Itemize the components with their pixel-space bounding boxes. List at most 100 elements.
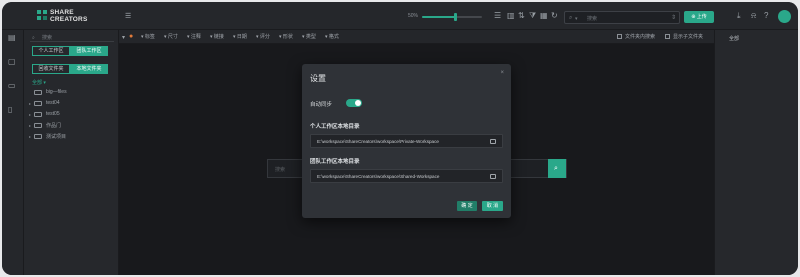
personal-dir-label: 个人工作区本地目录 xyxy=(310,124,360,130)
folder-search-label: 文件夹内搜索 xyxy=(625,34,656,40)
zoom-slider-fill xyxy=(422,16,455,18)
right-panel-title: 全部 xyxy=(729,36,740,42)
filter-notes[interactable]: ▾ 注释 xyxy=(187,33,201,40)
filter-format[interactable]: ▾ 格式 xyxy=(325,33,339,40)
auto-sync-toggle[interactable] xyxy=(346,99,362,107)
tags-icon[interactable]: ▢ xyxy=(8,58,16,66)
tab-local-folder[interactable]: 本地文件夹 xyxy=(70,64,108,74)
folder-icon[interactable]: ▭ xyxy=(8,82,16,90)
logo-text: SHARE CREATORS xyxy=(50,9,87,23)
search-options-icon[interactable]: ⇕ xyxy=(671,14,676,22)
upload-label: 上传 xyxy=(696,14,707,20)
team-dir-field[interactable]: E:\workspace\ShareCreators\workspace\Sha… xyxy=(310,169,503,183)
main-search-placeholder: 搜索 xyxy=(275,167,286,173)
filter-rating[interactable]: ▾ 评分 xyxy=(256,33,270,40)
subfolder-label: 显示子文件夹 xyxy=(673,34,704,40)
chevron-down-icon[interactable]: ▾ xyxy=(575,15,578,23)
filter-links[interactable]: ▾ 链接 xyxy=(210,33,224,40)
tree-item-label: big—files xyxy=(46,89,67,95)
filter-label: 日期 xyxy=(236,34,247,40)
team-dir-label: 团队工作区本地目录 xyxy=(310,159,360,165)
tree-item-label: 作品门 xyxy=(46,122,62,129)
tree-item[interactable]: ▸ 作品门 xyxy=(29,121,61,129)
checkbox-icon xyxy=(665,34,670,39)
folder-search-checkbox[interactable]: 文件夹内搜索 xyxy=(617,33,655,40)
personal-dir-field[interactable]: E:\workspace\ShareCreators\workspace\Pri… xyxy=(310,134,503,148)
filter-shape[interactable]: ▾ 形状 xyxy=(279,33,293,40)
tab-personal-workspace[interactable]: 个人工作区 xyxy=(32,46,70,56)
folder-icon xyxy=(34,122,42,128)
all-folders-toggle[interactable]: 全部 ▾ xyxy=(32,79,46,86)
folder-icon xyxy=(34,133,42,139)
tree-item[interactable]: big—files xyxy=(29,88,67,96)
trash-icon[interactable]: ▯ xyxy=(8,106,12,114)
folder-browse-icon[interactable] xyxy=(490,139,496,144)
folder-icon xyxy=(34,100,42,106)
filter-label: 注释 xyxy=(190,34,201,40)
menu-icon[interactable]: ☰ xyxy=(125,13,131,21)
personal-dir-value: E:\workspace\ShareCreators\workspace\Pri… xyxy=(317,139,439,144)
library-icon[interactable]: ▤ xyxy=(8,34,16,42)
cancel-button[interactable]: 取 消 xyxy=(482,201,503,211)
filter-label: 评分 xyxy=(259,34,270,40)
tab-recycle-folder[interactable]: 回收文件夹 xyxy=(32,64,70,74)
tree-item-label: test05 xyxy=(46,111,60,117)
tab-team-workspace[interactable]: 团队工作区 xyxy=(70,46,108,56)
help-icon[interactable]: ? xyxy=(764,12,768,20)
zoom-level: 50% xyxy=(408,13,419,19)
sort-icon[interactable]: ⇅ xyxy=(518,12,525,20)
search-icon: ⌕ xyxy=(32,35,35,41)
app-window: SHARE CREATORS ☰ 50% ☰ ▥ ⇅ ⧩ ▦ ↻ ⌕ ▾ 搜索 … xyxy=(2,2,798,275)
logo-line-1: SHARE xyxy=(50,9,74,16)
folder-browse-icon[interactable] xyxy=(490,174,496,179)
sidebar-search-placeholder: 搜索 xyxy=(42,35,53,41)
auto-sync-label: 自动同步 xyxy=(310,102,333,108)
filter-bar: ▾ ● ▾ 标签 ▾ 尺寸 ▾ 注释 ▾ 链接 ▾ 日期 ▾ 评分 ▾ 形状 ▾… xyxy=(119,30,714,44)
tree-item[interactable]: ▸ test05 xyxy=(29,110,60,118)
filter-icon[interactable]: ⧩ xyxy=(529,12,536,20)
zoom-slider-handle[interactable] xyxy=(454,13,457,21)
filter-date[interactable]: ▾ 日期 xyxy=(233,33,247,40)
subfolder-checkbox[interactable]: 显示子文件夹 xyxy=(665,33,703,40)
filter-size[interactable]: ▾ 尺寸 xyxy=(164,33,178,40)
download-icon[interactable]: ⤓ xyxy=(737,12,741,20)
tree-item-label: test04 xyxy=(46,100,60,106)
left-rail: ▤ ▢ ▭ ▯ xyxy=(2,30,24,275)
tree-item[interactable]: ▸ test04 xyxy=(29,99,60,107)
avatar[interactable] xyxy=(778,10,791,23)
list-view-icon[interactable]: ☰ xyxy=(494,12,501,20)
color-filter-icon[interactable]: ● xyxy=(129,33,133,41)
columns-icon[interactable]: ▦ xyxy=(540,12,548,20)
sidebar-search-input[interactable]: ⌕ 搜索 xyxy=(30,32,114,42)
filter-label: 尺寸 xyxy=(167,34,178,40)
tree-item-label: 测试项目 xyxy=(46,133,67,140)
global-search[interactable]: ⌕ ▾ 搜索 ⇕ xyxy=(564,11,680,24)
filter-type[interactable]: ▾ 类型 xyxy=(302,33,316,40)
chevron-down-icon[interactable]: ▾ xyxy=(122,34,125,42)
search-placeholder: 搜索 xyxy=(587,16,598,22)
main-search-button[interactable]: ⌕ xyxy=(548,159,566,178)
logo-line-2: CREATORS xyxy=(50,16,88,23)
upload-button[interactable]: ⊕ 上传 xyxy=(684,11,714,23)
close-icon[interactable]: × xyxy=(500,70,504,76)
search-icon: ⌕ xyxy=(569,15,573,21)
filter-tags[interactable]: ▾ 标签 xyxy=(141,33,155,40)
ok-button[interactable]: 确 定 xyxy=(457,201,477,211)
settings-dialog: 设置 × 自动同步 个人工作区本地目录 E:\workspace\ShareCr… xyxy=(302,64,511,218)
grid-view-icon[interactable]: ▥ xyxy=(507,12,515,20)
checkbox-icon xyxy=(617,34,622,39)
sidebar: ⌕ 搜索 个人工作区 团队工作区 回收文件夹 本地文件夹 全部 ▾ big—fi… xyxy=(24,30,119,275)
folder-view-tabs: 回收文件夹 本地文件夹 xyxy=(32,64,108,74)
filter-label: 标签 xyxy=(144,34,155,40)
bell-icon[interactable]: ⍾ xyxy=(751,12,756,20)
right-panel: 全部 xyxy=(714,30,798,275)
top-bar: SHARE CREATORS ☰ 50% ☰ ▥ ⇅ ⧩ ▦ ↻ ⌕ ▾ 搜索 … xyxy=(2,2,798,30)
refresh-icon[interactable]: ↻ xyxy=(551,12,558,20)
tree-item[interactable]: ▸ 测试项目 xyxy=(29,132,66,140)
filter-label: 链接 xyxy=(213,34,224,40)
filter-label: 类型 xyxy=(305,34,316,40)
zoom-slider[interactable] xyxy=(422,13,482,21)
filter-label: 格式 xyxy=(328,34,339,40)
folder-icon xyxy=(34,111,42,117)
dialog-title: 设置 xyxy=(310,74,326,83)
